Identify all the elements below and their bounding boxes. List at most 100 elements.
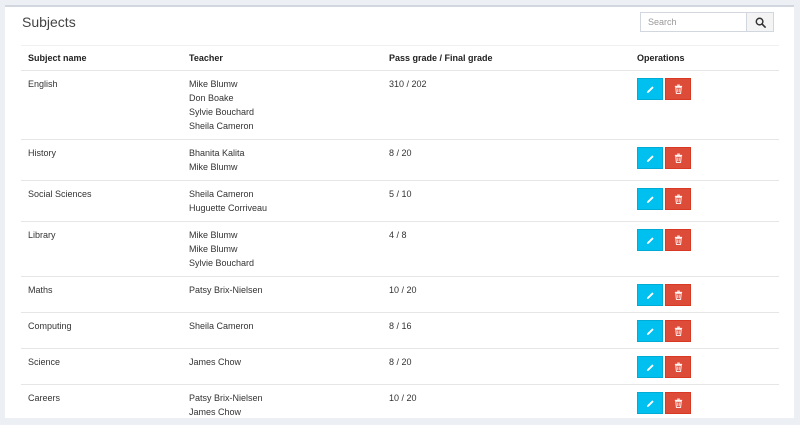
operations-group [637,146,779,169]
subject-name-cell: Social Sciences [21,180,182,222]
edit-button[interactable] [637,78,663,100]
header-grades: Pass grade / Final grade [382,45,630,71]
teacher-cell: Bhanita Kalita Mike Blumw [182,139,382,181]
pencil-icon [646,195,654,203]
subject-name-cell: Computing [21,312,182,349]
table-row: Careers Patsy Brix-Nielsen James Chow 10 / … [21,384,779,425]
teacher-name: Bhanita Kalita [189,148,245,158]
teacher-name: Don Boake [189,93,234,103]
operations-cell [630,180,779,222]
edit-button[interactable] [637,320,663,342]
grades-cell: 5 / 10 [382,180,630,222]
delete-button[interactable] [665,188,691,210]
operations-cell [630,384,779,425]
subjects-table: Subject name Teacher Pass grade / Final … [21,45,779,425]
operations-cell [630,348,779,385]
teacher-cell: Patsy Brix-Nielsen [182,276,382,313]
table-row: Maths Patsy Brix-Nielsen 10 / 20 [21,276,779,313]
teacher-cell: Patsy Brix-Nielsen James Chow [182,384,382,425]
teacher-cell: Sheila Cameron [182,312,382,349]
delete-button[interactable] [665,147,691,169]
grades-cell: 10 / 20 [382,276,630,313]
delete-button[interactable] [665,356,691,378]
pencil-icon [646,236,654,244]
trash-icon [674,153,682,163]
table-row: Science James Chow 8 / 20 [21,348,779,385]
delete-button[interactable] [665,284,691,306]
operations-cell [630,276,779,313]
operations-group [637,187,779,210]
teacher-cell: Mike Blumw Mike Blumw Sylvie Bouchard [182,221,382,277]
grades-cell: 10 / 20 [382,384,630,425]
operations-group [637,77,779,100]
edit-button[interactable] [637,229,663,251]
header-subject-name: Subject name [21,45,182,71]
search-button[interactable] [747,12,774,32]
teacher-name: Sheila Cameron [189,121,254,131]
trash-icon [674,398,682,408]
grades-cell: 4 / 8 [382,221,630,277]
delete-button[interactable] [665,392,691,414]
pencil-icon [646,85,654,93]
subject-name-cell: Library [21,221,182,277]
operations-cell [630,139,779,181]
teacher-name: Mike Blumw [189,162,238,172]
edit-button[interactable] [637,188,663,210]
operations-group [637,319,779,342]
operations-group [637,391,779,414]
edit-button[interactable] [637,147,663,169]
subject-name-cell: Careers [21,384,182,425]
teacher-name: Mike Blumw [189,230,238,240]
search-icon [755,17,766,28]
operations-group [637,228,779,251]
table-row: English Mike Blumw Don Boake Sylvie Bouchar… [21,70,779,140]
edit-button[interactable] [637,392,663,414]
teacher-name: Sheila Cameron [189,321,254,331]
pencil-icon [646,399,654,407]
table-row: History Bhanita Kalita Mike Blumw 8 / 20 [21,139,779,181]
teacher-name: Huguette Corriveau [189,203,268,213]
table-row: Library Mike Blumw Mike Blumw Sylvie Boucha… [21,221,779,277]
teacher-cell: Sheila Cameron Huguette Corriveau [182,180,382,222]
subject-name-cell: History [21,139,182,181]
grades-cell: 8 / 16 [382,312,630,349]
trash-icon [674,290,682,300]
subjects-panel: Subjects Subject name Teacher Pass grade… [5,5,794,425]
operations-cell [630,221,779,277]
operations-cell [630,312,779,349]
grades-cell: 8 / 20 [382,139,630,181]
trash-icon [674,84,682,94]
subject-name-cell: English [21,70,182,140]
search-group [640,12,774,32]
teacher-name: Sylvie Bouchard [189,258,255,268]
panel-title: Subjects [22,14,76,30]
operations-cell [630,70,779,140]
table-row: Social Sciences Sheila Cameron Huguette Co… [21,180,779,222]
teacher-name: Sheila Cameron [189,189,254,199]
teacher-name: James Chow [189,407,242,417]
trash-icon [674,194,682,204]
table-header-row: Subject name Teacher Pass grade / Final … [21,45,779,71]
search-input[interactable] [640,12,747,32]
teacher-cell: James Chow [182,348,382,385]
grades-cell: 8 / 20 [382,348,630,385]
edit-button[interactable] [637,284,663,306]
operations-group [637,283,779,306]
table-row: Computing Sheila Cameron 8 / 16 [21,312,779,349]
delete-button[interactable] [665,229,691,251]
subject-name-cell: Science [21,348,182,385]
pencil-icon [646,327,654,335]
teacher-name: Sylvie Bouchard [189,107,255,117]
header-operations: Operations [630,45,779,71]
pencil-icon [646,154,654,162]
teacher-name: Patsy Brix-Nielsen [189,393,263,403]
pencil-icon [646,363,654,371]
edit-button[interactable] [637,356,663,378]
pencil-icon [646,291,654,299]
teacher-name: Patsy Brix-Nielsen [189,285,263,295]
teacher-name: Mike Blumw [189,79,238,89]
delete-button[interactable] [665,78,691,100]
delete-button[interactable] [665,320,691,342]
subject-name-cell: Maths [21,276,182,313]
teacher-name: James Chow [189,357,242,367]
